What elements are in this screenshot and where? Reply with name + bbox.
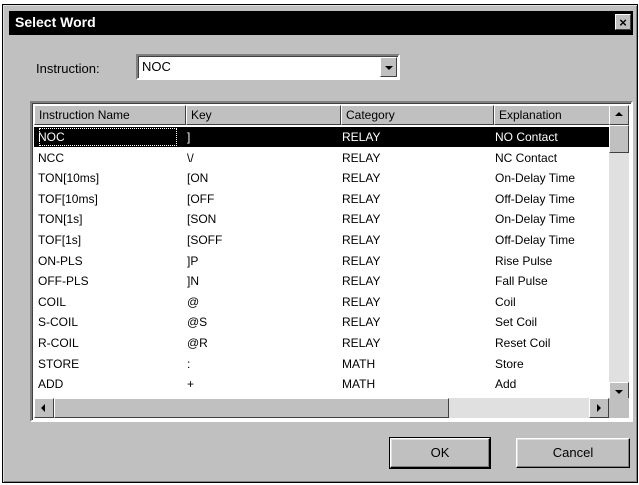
explanation-cell: On-Delay Time <box>495 171 576 186</box>
explanation-cell: Rise Pulse <box>495 253 553 268</box>
table-row[interactable]: TOF[1s] [SOFF RELAY Off-Delay Time <box>34 230 609 250</box>
vertical-scrollbar[interactable] <box>609 105 629 402</box>
table-row[interactable]: OFF-PLS ]N RELAY Fall Pulse <box>34 271 609 291</box>
instruction-name-cell: COIL <box>38 294 67 309</box>
table-row[interactable]: TON[1s] [SON RELAY On-Delay Time <box>34 209 609 229</box>
instruction-value: NOC <box>142 59 171 74</box>
instruction-combobox[interactable]: NOC <box>136 54 400 80</box>
column-header-instruction-name[interactable]: Instruction Name <box>34 105 186 125</box>
key-cell: @ <box>187 294 200 309</box>
category-cell: MATH <box>342 377 376 392</box>
horizontal-scroll-thumb[interactable] <box>54 398 449 418</box>
instruction-name-cell: S-COIL <box>38 315 79 330</box>
explanation-cell: Fall Pulse <box>495 274 548 289</box>
key-cell: ]P <box>187 253 199 268</box>
key-cell: [SON <box>187 212 217 227</box>
instruction-name-cell: NCC <box>38 150 64 165</box>
explanation-cell: Off-Delay Time <box>495 233 575 247</box>
table-row[interactable]: COIL @ RELAY Coil <box>34 292 609 312</box>
window-title: Select Word <box>15 14 96 30</box>
close-icon[interactable]: × <box>615 14 631 30</box>
category-cell: RELAY <box>342 315 381 330</box>
category-cell: MATH <box>342 356 376 371</box>
category-cell: RELAY <box>342 336 381 350</box>
explanation-cell: On-Delay Time <box>495 212 576 227</box>
arrow-left-icon[interactable] <box>34 398 54 418</box>
instruction-name-cell: TOF[10ms] <box>38 191 98 206</box>
explanation-cell: Add <box>495 377 517 392</box>
table-row[interactable]: NCC \/ RELAY NC Contact <box>34 148 609 168</box>
instruction-name-cell: TON[1s] <box>38 212 83 227</box>
scrollbar-corner <box>609 398 629 418</box>
key-cell: ] <box>187 130 191 144</box>
category-cell: RELAY <box>342 130 381 144</box>
explanation-cell: NC Contact <box>495 150 558 165</box>
horizontal-scrollbar[interactable] <box>34 398 609 418</box>
table-row[interactable]: TOF[10ms] [OFF RELAY Off-Delay Time <box>34 189 609 209</box>
explanation-cell: Set Coil <box>495 315 538 330</box>
column-header-explanation[interactable]: Explanation <box>494 105 610 125</box>
category-cell: RELAY <box>342 253 381 268</box>
table-row[interactable]: S-COIL @S RELAY Set Coil <box>34 312 609 332</box>
instruction-name-cell: STORE <box>38 356 80 371</box>
instruction-name-cell: R-COIL <box>38 336 79 350</box>
key-cell: [SOFF <box>187 233 223 247</box>
key-cell: @S <box>187 315 208 330</box>
column-header-category[interactable]: Category <box>341 105 494 125</box>
category-cell: RELAY <box>342 150 381 165</box>
instruction-name-cell: ADD <box>38 377 64 392</box>
category-cell: RELAY <box>342 274 381 289</box>
chevron-down-icon[interactable] <box>380 57 397 77</box>
category-cell: RELAY <box>342 171 381 186</box>
instruction-name-cell: OFF-PLS <box>38 274 89 289</box>
key-cell: \/ <box>187 150 194 165</box>
table-row[interactable]: ADD + MATH Add <box>34 374 609 394</box>
key-cell: [OFF <box>187 191 215 206</box>
table-row[interactable]: TON[10ms] [ON RELAY On-Delay Time <box>34 168 609 188</box>
arrow-up-icon[interactable] <box>609 105 629 125</box>
table-row[interactable]: ON-PLS ]P RELAY Rise Pulse <box>34 251 609 271</box>
column-header-key[interactable]: Key <box>186 105 341 125</box>
explanation-cell: Off-Delay Time <box>495 191 575 206</box>
table-row[interactable]: STORE: MATH Store <box>34 354 609 374</box>
arrow-right-icon[interactable] <box>589 398 609 418</box>
instruction-list[interactable]: Instruction Name Key Category Explanatio… <box>30 101 633 422</box>
category-cell: RELAY <box>342 212 381 227</box>
explanation-cell: NO Contact <box>495 130 558 144</box>
key-cell: : <box>187 356 191 371</box>
key-cell: @R <box>187 336 208 350</box>
table-row[interactable]: NOC] RELAY NO Contact <box>34 127 609 147</box>
instruction-name-cell: NOC <box>38 127 178 147</box>
key-cell: + <box>187 377 195 392</box>
instruction-name-cell: TON[10ms] <box>38 171 100 186</box>
explanation-cell: Store <box>495 356 524 371</box>
explanation-cell: Coil <box>495 294 516 309</box>
category-cell: RELAY <box>342 191 381 206</box>
category-cell: RELAY <box>342 294 381 309</box>
instruction-name-cell: TOF[1s] <box>38 233 82 247</box>
vertical-scroll-thumb[interactable] <box>609 125 629 153</box>
instruction-label: Instruction: <box>36 61 100 76</box>
instruction-name-cell: ON-PLS <box>38 253 83 268</box>
category-cell: RELAY <box>342 233 381 247</box>
title-bar: Select Word × <box>9 11 633 35</box>
ok-button[interactable]: OK <box>389 437 491 469</box>
key-cell: ]N <box>187 274 199 289</box>
explanation-cell: Reset Coil <box>495 336 551 350</box>
key-cell: [ON <box>187 171 209 186</box>
cancel-button[interactable]: Cancel <box>516 438 630 468</box>
table-row[interactable]: R-COIL @R RELAY Reset Coil <box>34 333 609 353</box>
